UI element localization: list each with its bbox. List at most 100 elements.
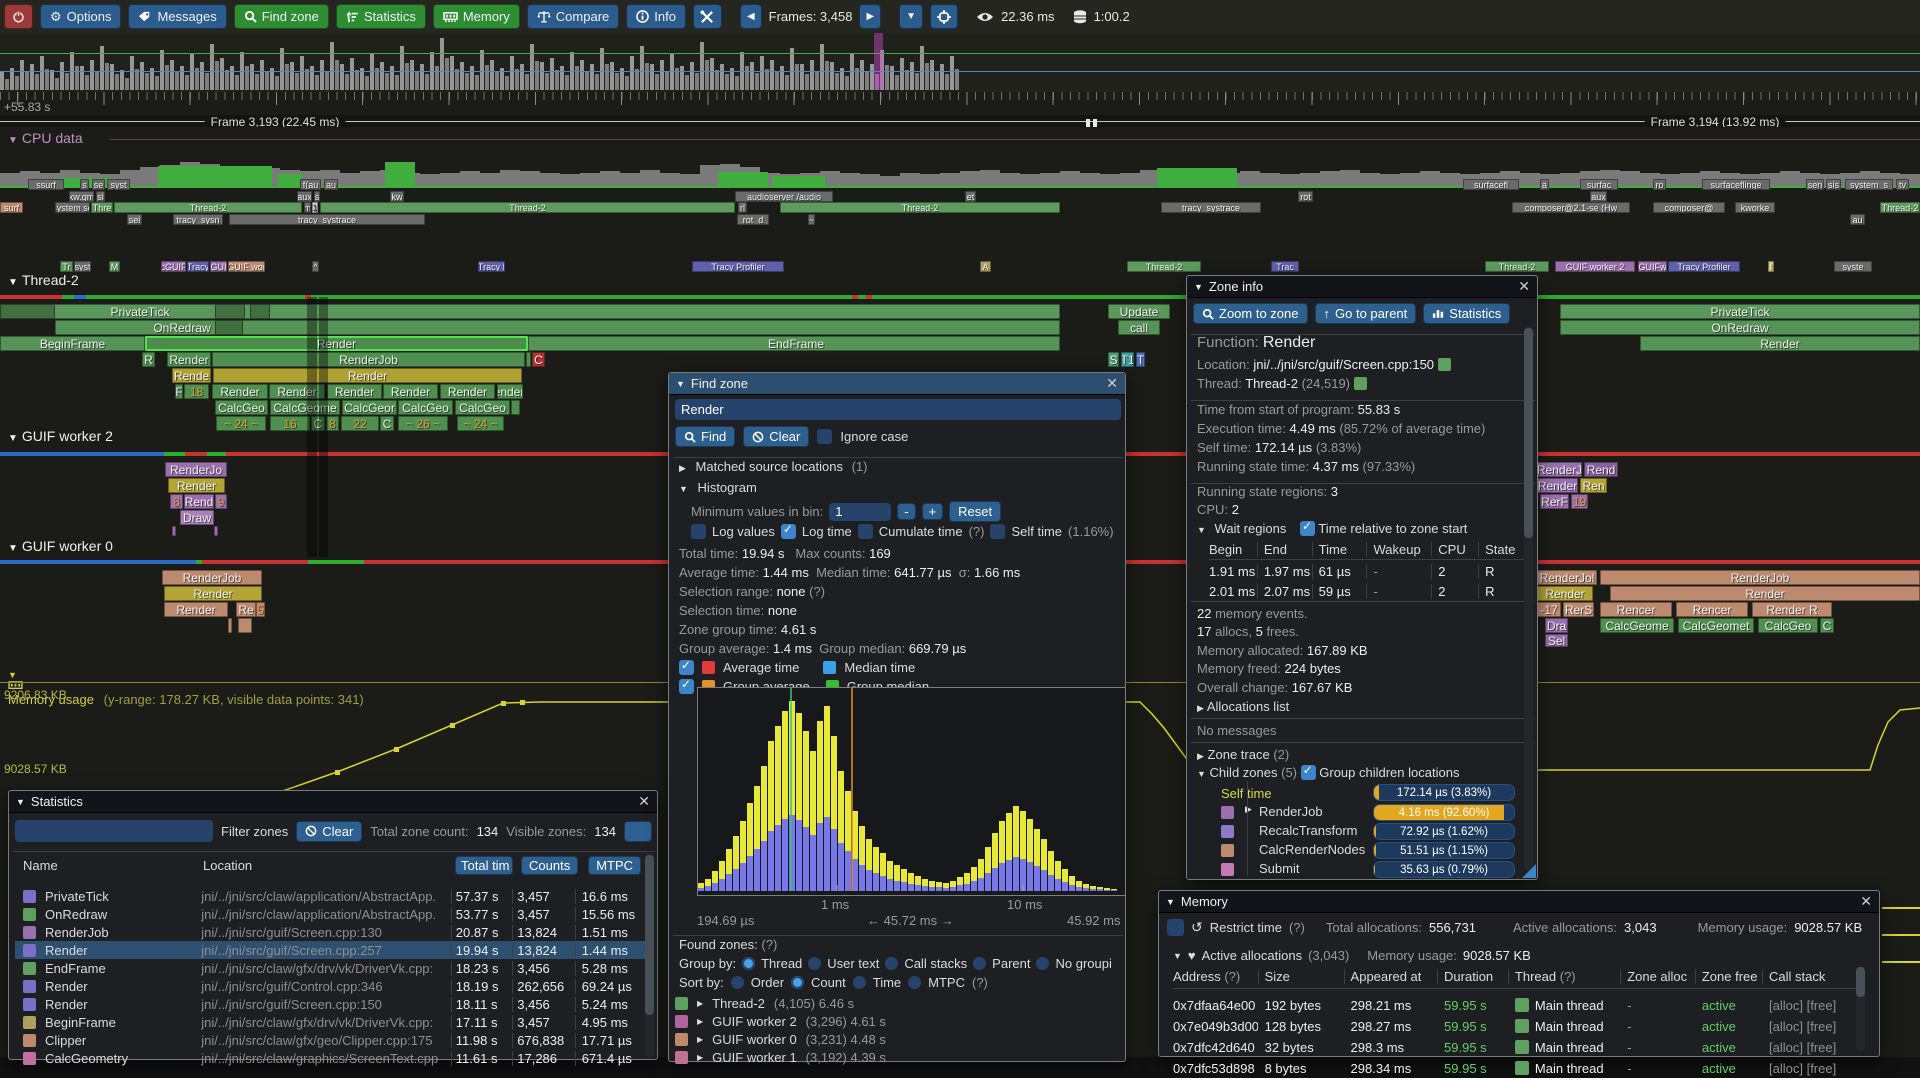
group-parent-radio[interactable] bbox=[973, 957, 986, 970]
child-zone-row[interactable]: Submit 35.63 µs (0.79%) bbox=[1187, 861, 1539, 879]
zone-info-window[interactable]: ▼ Zone info ✕ Zoom to zone ↑Go to parent… bbox=[1186, 275, 1538, 880]
zone[interactable]: 16 bbox=[270, 416, 310, 431]
zone[interactable]: Thread-2 bbox=[1880, 202, 1920, 213]
zone[interactable]: au bbox=[324, 179, 338, 190]
zone[interactable]: tracy_systrace bbox=[229, 214, 425, 225]
zone[interactable]: aux bbox=[1590, 191, 1607, 202]
memory-window[interactable]: ▼ Memory ✕ ↺ Restrict time (?) Total all… bbox=[1158, 890, 1880, 1057]
col-zone-free[interactable]: Zone free bbox=[1695, 969, 1762, 984]
zone[interactable] bbox=[214, 526, 218, 536]
zone[interactable]: audioserver /audio bbox=[735, 191, 833, 202]
zone[interactable]: Draw bbox=[180, 510, 214, 525]
zone[interactable]: C bbox=[380, 416, 394, 431]
zone[interactable]: kworke bbox=[1735, 202, 1775, 213]
zone[interactable] bbox=[511, 400, 520, 415]
wait-region-row[interactable]: 2.01 ms 2.07 ms 59 µs - 2 R bbox=[1209, 584, 1525, 599]
zone[interactable]: 22 bbox=[341, 416, 379, 431]
zone[interactable]: A bbox=[980, 261, 991, 272]
crosshair-button[interactable] bbox=[930, 4, 958, 29]
zone[interactable]: se bbox=[92, 179, 105, 190]
col-call-stack[interactable]: Call stack bbox=[1762, 969, 1863, 984]
table-row[interactable]: Render jni/../jni/src/guif/Screen.cpp:15… bbox=[15, 995, 651, 1013]
zone[interactable]: 8 bbox=[170, 494, 183, 509]
zone[interactable]: syst bbox=[107, 179, 130, 190]
zone[interactable]: si bbox=[96, 191, 105, 202]
clear-button[interactable]: Clear bbox=[743, 426, 809, 447]
relative-time-checkbox[interactable] bbox=[1300, 521, 1315, 536]
zoom-to-zone-button[interactable]: Zoom to zone bbox=[1193, 303, 1308, 324]
zone[interactable]: composer@ bbox=[1653, 202, 1725, 213]
zone[interactable]: rot bbox=[1298, 191, 1313, 202]
zone-info-titlebar[interactable]: ▼ Zone info ✕ bbox=[1187, 276, 1537, 298]
zone[interactable]: RenderJob bbox=[162, 570, 262, 585]
zone[interactable]: m bbox=[304, 202, 311, 213]
zone[interactable]: CalcGeo bbox=[215, 400, 268, 415]
zone[interactable] bbox=[172, 526, 176, 536]
tools-button[interactable] bbox=[693, 4, 722, 29]
allocations-list-section[interactable]: ▶ Allocations list bbox=[1197, 699, 1289, 714]
zone[interactable]: 19 bbox=[1571, 494, 1588, 509]
zone[interactable]: au bbox=[1850, 214, 1865, 225]
zone[interactable]: Rende bbox=[172, 368, 211, 383]
zone[interactable]: syst bbox=[74, 261, 91, 272]
zone[interactable]: Tracy Profiler bbox=[692, 261, 784, 272]
zone[interactable]: ~ 26 ~ bbox=[398, 416, 448, 431]
zone-info-scrollbar[interactable] bbox=[1524, 326, 1533, 871]
find-zone-window[interactable]: ▼ Find zone ✕ Find Clear Ignore case ▶ M… bbox=[668, 372, 1126, 1062]
statistics-scrollbar[interactable] bbox=[645, 853, 654, 1057]
find-zone-histogram[interactable] bbox=[697, 687, 1126, 896]
zone[interactable]: RenderJol bbox=[1537, 570, 1597, 585]
col-mtpc-sort[interactable]: MTPC bbox=[588, 856, 641, 875]
zone[interactable]: Render bbox=[145, 336, 528, 351]
time-ruler[interactable]: +55.83 s bbox=[0, 92, 1920, 115]
min-bin-minus-button[interactable]: - bbox=[897, 503, 915, 520]
group-callstacks-radio[interactable] bbox=[885, 957, 898, 970]
cumulate-time-checkbox[interactable] bbox=[858, 524, 873, 539]
cpu-data-header[interactable]: ▼CPU data bbox=[8, 130, 83, 146]
info-button[interactable]: Info bbox=[626, 4, 686, 29]
zone[interactable] bbox=[215, 304, 245, 319]
zone[interactable]: OnRedraw bbox=[1560, 320, 1920, 335]
guif-worker2-header[interactable]: ▼GUIF worker 2 bbox=[8, 428, 113, 444]
zone[interactable]: Render bbox=[1610, 586, 1920, 601]
zone[interactable]: T1 bbox=[1121, 352, 1134, 367]
close-icon[interactable]: ✕ bbox=[638, 793, 650, 810]
zone[interactable]: EndFrame bbox=[750, 336, 842, 351]
zone[interactable]: kw.gm bbox=[69, 191, 94, 202]
zone[interactable]: RenderJob bbox=[212, 352, 525, 367]
wait-col-begin[interactable]: Begin bbox=[1209, 542, 1257, 557]
zone[interactable] bbox=[228, 618, 232, 633]
col-zone-alloc[interactable]: Zone alloc bbox=[1620, 969, 1695, 984]
allocation-row[interactable]: 0x7e049b3d00 128 bytes 298.27 ms 59.95 s… bbox=[1173, 1016, 1863, 1036]
zone[interactable] bbox=[250, 304, 270, 319]
zone[interactable]: Render F bbox=[497, 384, 523, 399]
zone[interactable]: Render bbox=[440, 384, 495, 399]
child-zones-section[interactable]: ▼ Child zones (5) Group children locatio… bbox=[1197, 765, 1459, 780]
statistics-button[interactable]: Statistics bbox=[336, 4, 426, 29]
zone[interactable]: Thread-2 bbox=[114, 202, 302, 213]
zone[interactable]: surfac bbox=[1580, 179, 1618, 190]
memory-titlebar[interactable]: ▼ Memory ✕ bbox=[1159, 891, 1879, 913]
zone[interactable]: C bbox=[1820, 618, 1834, 633]
zone[interactable]: syste bbox=[1834, 261, 1872, 272]
zone[interactable]: Rend bbox=[184, 494, 214, 509]
zone[interactable]: tv bbox=[1896, 179, 1909, 190]
zone[interactable]: tracy_systrace bbox=[1161, 202, 1261, 213]
zone[interactable]: surfacefl bbox=[1463, 179, 1519, 190]
zone[interactable]: RenderJo bbox=[165, 462, 227, 477]
resize-handle[interactable] bbox=[1522, 864, 1536, 878]
col-location[interactable]: Location bbox=[203, 858, 455, 873]
min-bin-input[interactable] bbox=[829, 503, 891, 521]
close-icon[interactable]: ✕ bbox=[1860, 893, 1872, 910]
frames-minimap[interactable] bbox=[0, 33, 1920, 92]
zone-location[interactable]: jni/../jni/src/guif/Screen.cpp:150 bbox=[1253, 357, 1434, 372]
zone[interactable]: s bbox=[314, 191, 320, 202]
compare-button[interactable]: Compare bbox=[527, 4, 619, 29]
matched-source-locations[interactable]: ▶ Matched source locations (1) bbox=[679, 459, 867, 474]
group-usertext-radio[interactable] bbox=[808, 957, 821, 970]
sort-order-radio[interactable] bbox=[731, 976, 744, 989]
source-color-box[interactable] bbox=[1438, 358, 1451, 371]
zone[interactable]: ~ 24 ~ bbox=[457, 416, 504, 431]
min-bin-plus-button[interactable]: + bbox=[922, 503, 944, 520]
frame-row[interactable]: Frame 3,193 (22.45 ms) ▮▮ Frame 3,194 (1… bbox=[0, 115, 1920, 127]
